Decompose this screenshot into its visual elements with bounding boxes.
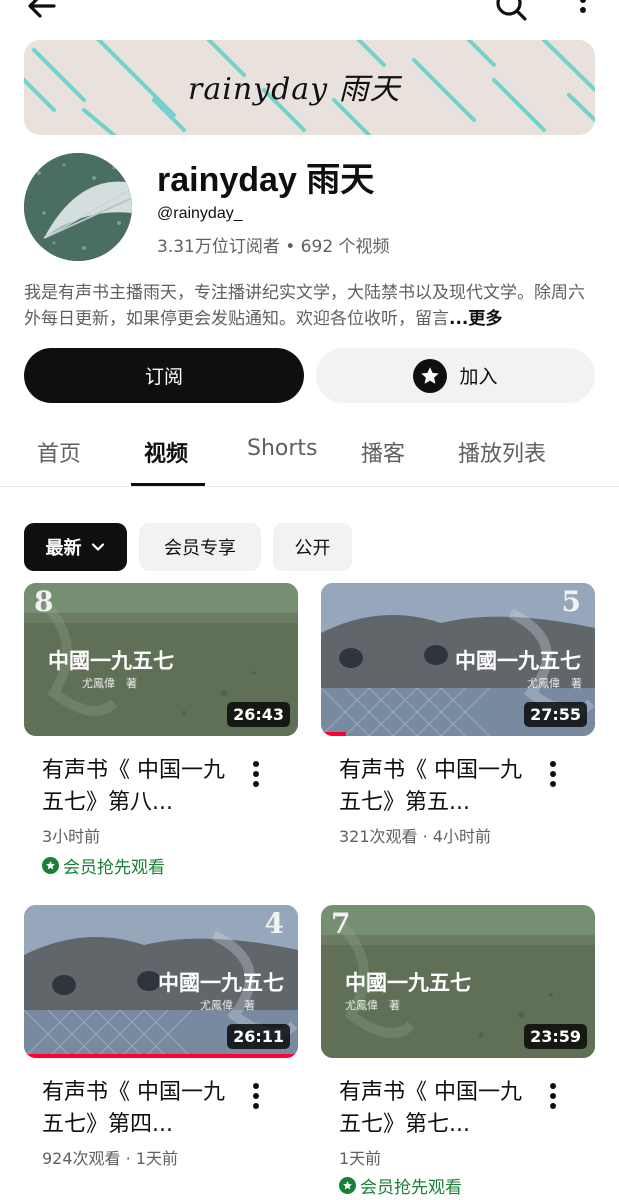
duration-badge: 27:55 [524, 702, 587, 727]
active-tab-indicator [131, 483, 205, 486]
channel-handle: @rainyday_ [157, 205, 243, 222]
member-star-icon [339, 1177, 356, 1194]
more-vert-icon[interactable] [568, 0, 598, 26]
thumbnail-title: 中國一九五七 [345, 970, 471, 995]
video-thumbnail[interactable]: 7 中國一九五七 尤鳳偉 著 23:59 [321, 905, 595, 1058]
filter-chip-members-only[interactable]: 会员专享 [139, 523, 261, 571]
duration-badge: 26:43 [227, 702, 290, 727]
video-card[interactable]: 8 中國一九五七 尤鳳偉 著 26:43 有声书《 中国一九五七》第八... 3… [24, 583, 298, 878]
more-vert-icon[interactable] [246, 759, 266, 789]
channel-stats: 3.31万位订阅者 • 692 个视频 [157, 237, 390, 257]
episode-number: 8 [34, 585, 54, 618]
episode-number: 7 [331, 907, 351, 940]
channel-avatar[interactable] [24, 153, 132, 261]
video-title[interactable]: 有声书《 中国一九五七》第五... [339, 755, 539, 819]
member-early-access-badge: 会员抢先观看 [339, 1173, 462, 1198]
video-meta: 321次观看 · 4小时前 [339, 827, 491, 846]
tab-videos[interactable]: 视频 [144, 436, 188, 468]
episode-number: 5 [561, 585, 581, 618]
episode-number: 4 [264, 907, 284, 940]
thumbnail-author: 尤鳳偉 著 [527, 677, 582, 690]
more-vert-icon[interactable] [543, 1081, 563, 1111]
search-icon[interactable] [490, 0, 530, 26]
join-label: 加入 [459, 366, 498, 388]
duration-badge: 23:59 [524, 1024, 587, 1049]
description-more-link[interactable]: ...更多 [449, 309, 502, 329]
filter-chip-latest[interactable]: 最新 [24, 523, 127, 571]
channel-banner: rainyday 雨天 [24, 40, 595, 135]
tab-podcasts[interactable]: 播客 [361, 436, 405, 468]
video-meta: 3小时前 [42, 827, 101, 846]
top-app-bar [0, 0, 619, 30]
more-vert-icon[interactable] [246, 1081, 266, 1111]
thumbnail-title: 中國一九五七 [455, 648, 581, 673]
member-early-access-badge: 会员抢先观看 [42, 853, 165, 878]
video-thumbnail[interactable]: 4 中國一九五七 尤鳳偉 著 26:11 [24, 905, 298, 1058]
thumbnail-title: 中國一九五七 [158, 970, 284, 995]
thumbnail-author: 尤鳳偉 著 [200, 999, 255, 1012]
subscribe-label: 订阅 [144, 366, 183, 388]
back-arrow-icon[interactable] [22, 0, 62, 26]
watch-progress-bar [321, 732, 346, 736]
tab-home[interactable]: 首页 [37, 436, 81, 468]
video-card[interactable]: 4 中國一九五七 尤鳳偉 著 26:11 有声书《 中国一九五七》第四... 9… [24, 905, 298, 1168]
badge-label: 会员抢先观看 [360, 1178, 462, 1198]
thumbnail-title: 中國一九五七 [48, 648, 174, 673]
video-thumbnail[interactable]: 8 中國一九五七 尤鳳偉 著 26:43 [24, 583, 298, 736]
chip-label: 会员专享 [164, 538, 236, 559]
filter-chip-public[interactable]: 公开 [273, 523, 352, 571]
video-title[interactable]: 有声书《 中国一九五七》第七... [339, 1077, 539, 1141]
tab-playlists[interactable]: 播放列表 [458, 436, 546, 468]
tab-shorts[interactable]: Shorts [247, 436, 318, 461]
subscribe-button[interactable]: 订阅 [24, 348, 304, 403]
video-meta: 1天前 [339, 1149, 382, 1168]
thumbnail-author: 尤鳳偉 著 [82, 677, 137, 690]
watch-progress-bar [24, 1054, 298, 1058]
more-vert-icon[interactable] [543, 759, 563, 789]
star-icon [413, 358, 448, 393]
banner-title: rainyday 雨天 [188, 72, 401, 107]
video-title[interactable]: 有声书《 中国一九五七》第八... [42, 755, 242, 819]
thumbnail-author: 尤鳳偉 著 [345, 999, 400, 1012]
video-title[interactable]: 有声书《 中国一九五七》第四... [42, 1077, 242, 1141]
chevron-down-icon [91, 543, 104, 551]
channel-description[interactable]: 我是有声书主播雨天，专注播讲纪实文学，大陆禁书以及现代文学。除周六外每日更新，如… [24, 280, 592, 332]
badge-label: 会员抢先观看 [63, 858, 165, 878]
video-meta: 924次观看 · 1天前 [42, 1149, 178, 1168]
member-star-icon [42, 857, 59, 874]
chip-label: 最新 [45, 538, 82, 559]
video-thumbnail[interactable]: 5 中國一九五七 尤鳳偉 著 27:55 [321, 583, 595, 736]
chip-label: 公开 [294, 538, 331, 559]
duration-badge: 26:11 [227, 1024, 290, 1049]
channel-tabs: 首页 视频 Shorts 播客 播放列表 [0, 420, 619, 487]
video-card[interactable]: 5 中國一九五七 尤鳳偉 著 27:55 有声书《 中国一九五七》第五... 3… [321, 583, 595, 846]
join-button[interactable]: 加入 [316, 348, 595, 403]
video-card[interactable]: 7 中國一九五七 尤鳳偉 著 23:59 有声书《 中国一九五七》第七... 1… [321, 905, 595, 1198]
channel-name: rainyday 雨天 [157, 161, 375, 199]
umbrella-in-rain-image [24, 153, 132, 261]
